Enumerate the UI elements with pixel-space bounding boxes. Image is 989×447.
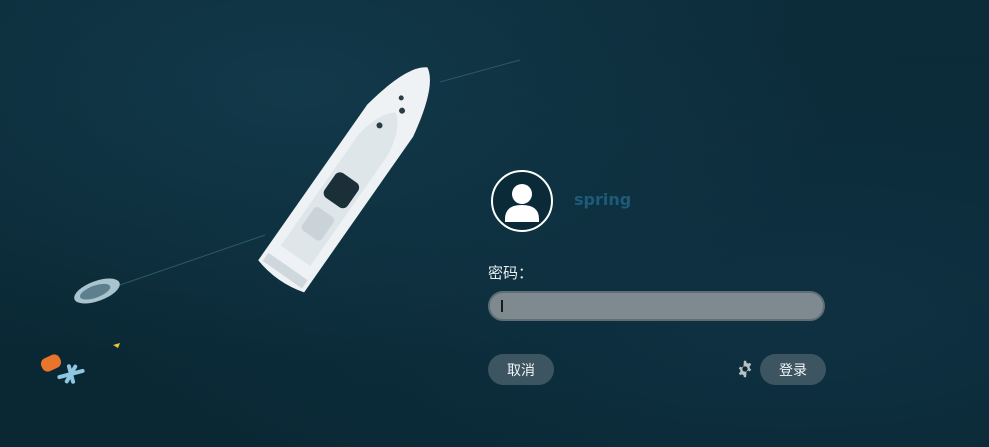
username-label: spring <box>574 190 632 209</box>
password-label: 密码： <box>488 264 534 282</box>
password-input[interactable] <box>488 291 825 321</box>
text-caret <box>501 300 503 312</box>
user-avatar-icon <box>491 170 553 232</box>
gear-icon[interactable] <box>736 360 754 378</box>
cancel-button[interactable]: 取消 <box>488 354 554 385</box>
login-panel: spring 密码： 取消 登录 <box>488 170 828 390</box>
login-button[interactable]: 登录 <box>760 354 826 385</box>
